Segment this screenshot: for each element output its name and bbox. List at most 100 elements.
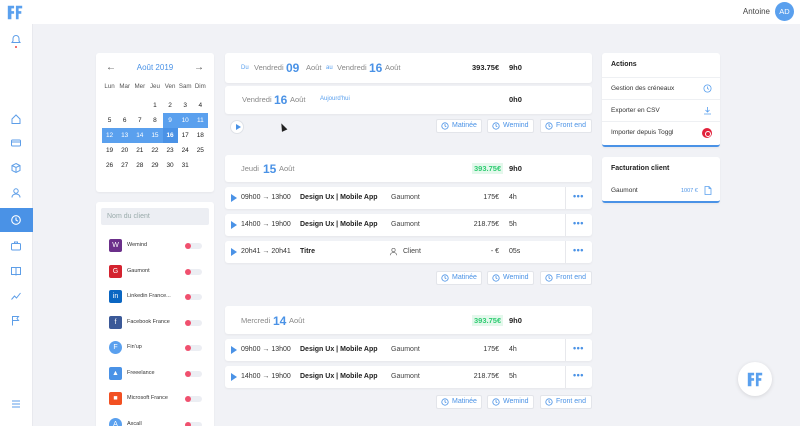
entry-project[interactable]: Design Ux | Mobile App (300, 346, 378, 353)
document-icon[interactable] (704, 186, 712, 195)
calendar-day[interactable]: 24 (178, 143, 193, 158)
play-icon[interactable] (231, 373, 237, 381)
action-import-toggl[interactable]: Importer depuis Toggl (602, 121, 720, 143)
tag-matinee[interactable]: Matinée (436, 271, 482, 285)
calendar-day[interactable]: 3 (178, 98, 193, 113)
calendar-day[interactable]: 21 (132, 143, 147, 158)
calendar-day[interactable]: 15 (147, 128, 163, 143)
calendar-day[interactable]: 10 (177, 113, 193, 128)
card-icon[interactable] (10, 137, 22, 149)
calendar-day[interactable]: 23 (163, 143, 178, 158)
calendar-day[interactable]: 16 (162, 128, 178, 143)
tag-matinee[interactable]: Matinée (436, 119, 482, 133)
flag-icon[interactable] (10, 315, 22, 327)
calendar-day[interactable]: 19 (102, 143, 117, 158)
client-toggle[interactable] (185, 243, 202, 249)
calendar-day[interactable]: 1 (147, 98, 162, 113)
home-icon[interactable] (10, 113, 22, 125)
calendar-day[interactable]: 27 (117, 158, 132, 173)
client-item[interactable]: G Gaumont (96, 260, 214, 284)
entry-client[interactable]: Gaumont (391, 221, 420, 228)
calendar-day[interactable]: 22 (147, 143, 162, 158)
client-item[interactable]: f Facebook France (96, 311, 214, 335)
more-options-icon[interactable]: ••• (573, 191, 584, 201)
entry-project[interactable]: Design Ux | Mobile App (300, 221, 378, 228)
calendar-day[interactable]: 30 (163, 158, 178, 173)
client-toggle[interactable] (185, 294, 202, 300)
time-entry-row[interactable]: 09h00 → 13h00 Design Ux | Mobile App Gaumo… (225, 339, 592, 361)
entry-project[interactable]: Design Ux | Mobile App (300, 373, 378, 380)
menu-icon[interactable] (10, 398, 22, 410)
calendar-day[interactable]: 28 (132, 158, 147, 173)
tag-frontend[interactable]: Front end (540, 395, 592, 409)
user-name[interactable]: Antoine (743, 7, 770, 16)
calendar-day[interactable]: 4 (193, 98, 208, 113)
client-toggle[interactable] (185, 319, 202, 326)
more-options-icon[interactable]: ••• (573, 370, 584, 380)
time-entry-row[interactable]: 20h41 → 20h41 Titre Client - € 05s ••• (225, 241, 592, 263)
cube-icon[interactable] (10, 162, 22, 174)
calendar-day[interactable]: 5 (102, 113, 117, 128)
calendar-day[interactable]: 18 (193, 128, 208, 143)
avatar[interactable]: AD (775, 2, 794, 21)
start-timer-button[interactable] (230, 120, 244, 134)
tag-wemind[interactable]: Wemind (487, 271, 534, 285)
more-options-icon[interactable]: ••• (573, 218, 584, 228)
entry-project[interactable]: Design Ux | Mobile App (300, 194, 378, 201)
more-options-icon[interactable]: ••• (573, 245, 584, 255)
calendar-day[interactable]: 13 (117, 128, 133, 143)
app-logo-icon[interactable] (6, 3, 24, 21)
bell-icon[interactable] (10, 34, 22, 46)
tag-wemind[interactable]: Wemind (487, 119, 534, 133)
book-icon[interactable] (10, 265, 22, 277)
calendar-day[interactable]: 12 (102, 128, 118, 143)
more-options-icon[interactable]: ••• (573, 343, 584, 353)
client-toggle[interactable] (185, 345, 202, 351)
tag-wemind[interactable]: Wemind (487, 395, 534, 409)
tag-matinee[interactable]: Matinée (436, 395, 482, 409)
entry-client[interactable]: Gaumont (391, 194, 420, 201)
calendar-day[interactable]: 6 (117, 113, 132, 128)
chart-icon[interactable] (10, 290, 22, 302)
action-export-csv[interactable]: Exporter en CSV (602, 99, 720, 121)
time-entry-row[interactable]: 14h00 → 19h00 Design Ux | Mobile App Gaumo… (225, 366, 592, 388)
time-entry-row[interactable]: 14h00 → 19h00 Design Ux | Mobile App Gaumo… (225, 214, 592, 236)
next-month-button[interactable]: → (194, 62, 204, 73)
client-toggle[interactable] (185, 421, 202, 426)
sidebar-item-time-active[interactable] (0, 208, 33, 232)
entry-client[interactable]: Gaumont (391, 346, 420, 353)
calendar-day[interactable]: 7 (132, 113, 147, 128)
client-item[interactable]: ▲ Freeelance (96, 362, 214, 386)
play-icon[interactable] (231, 194, 237, 202)
client-toggle[interactable] (185, 396, 202, 402)
entry-client[interactable]: Gaumont (391, 373, 420, 380)
tag-frontend[interactable]: Front end (540, 119, 592, 133)
client-item[interactable]: F Fin'up (96, 336, 214, 360)
tag-frontend[interactable]: Front end (540, 271, 592, 285)
play-icon[interactable] (231, 248, 237, 256)
calendar-day[interactable]: 9 (162, 113, 178, 128)
calendar-day[interactable]: 2 (163, 98, 178, 113)
client-toggle[interactable] (185, 268, 202, 275)
user-icon[interactable] (10, 187, 22, 199)
client-toggle[interactable] (185, 370, 202, 377)
play-icon[interactable] (231, 221, 237, 229)
entry-project[interactable]: Titre (300, 248, 315, 255)
calendar-day[interactable]: 8 (147, 113, 162, 128)
calendar-day[interactable]: 17 (178, 128, 193, 143)
calendar-day[interactable]: 20 (117, 143, 132, 158)
calendar-day[interactable]: 11 (192, 113, 208, 128)
client-search-input[interactable]: Nom du client (101, 208, 209, 225)
calendar-day[interactable]: 14 (132, 128, 148, 143)
calendar-day[interactable]: 31 (178, 158, 193, 173)
client-item[interactable]: in Linkedin France... (96, 285, 214, 309)
calendar-day[interactable]: 26 (102, 158, 117, 173)
play-icon[interactable] (231, 346, 237, 354)
calendar-day[interactable]: 25 (193, 143, 208, 158)
client-item[interactable]: ■ Microsoft France (96, 387, 214, 411)
calendar-day[interactable]: 29 (147, 158, 162, 173)
briefcase-icon[interactable] (10, 240, 22, 252)
client-item[interactable]: A Axcall (96, 413, 214, 426)
action-manage-slots[interactable]: Gestion des créneaux (602, 77, 720, 99)
time-entry-row[interactable]: 09h00 → 13h00 Design Ux | Mobile App Gaumo… (225, 187, 592, 209)
